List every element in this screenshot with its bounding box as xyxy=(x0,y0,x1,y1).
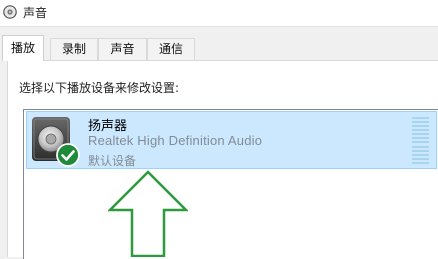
tab-sounds[interactable]: 声音 xyxy=(98,38,147,60)
meter-bar xyxy=(412,161,429,164)
meter-bar xyxy=(412,133,429,136)
device-name: 扬声器 xyxy=(88,119,128,134)
meter-bar xyxy=(412,145,429,148)
speaker-icon xyxy=(3,5,17,19)
meter-bar xyxy=(412,141,429,144)
meter-bar xyxy=(412,129,429,132)
tab-label: 通信 xyxy=(158,42,183,56)
tab-label: 声音 xyxy=(110,42,135,56)
meter-bar xyxy=(412,149,429,152)
meter-bar xyxy=(412,157,429,160)
device-status: 默认设备 xyxy=(88,154,137,168)
playback-panel: 选择以下播放设备来修改设置: 扬声器 Realtek High Definiti… xyxy=(7,60,438,259)
meter-bar xyxy=(412,117,429,119)
tab-communications[interactable]: 通信 xyxy=(147,38,195,60)
device-item-speaker[interactable]: 扬声器 Realtek High Definition Audio 默认设备 xyxy=(26,111,437,169)
meter-bar xyxy=(412,121,429,124)
instruction-text: 选择以下播放设备来修改设置: xyxy=(19,81,180,95)
checkmark-icon xyxy=(56,143,80,167)
device-list[interactable]: 扬声器 Realtek High Definition Audio 默认设备 xyxy=(23,109,438,259)
meter-bar xyxy=(412,137,429,140)
up-arrow-icon xyxy=(108,170,188,257)
tab-label: 录制 xyxy=(61,42,86,56)
title-bar: 声音 xyxy=(0,0,438,27)
window-title: 声音 xyxy=(23,6,48,20)
tab-label: 播放 xyxy=(10,41,35,55)
meter-bar xyxy=(412,153,429,156)
volume-meter xyxy=(412,117,429,164)
tab-playback[interactable]: 播放 xyxy=(2,35,44,61)
device-driver: Realtek High Definition Audio xyxy=(88,133,263,148)
meter-bar xyxy=(412,125,429,128)
tab-recording[interactable]: 录制 xyxy=(50,38,98,60)
